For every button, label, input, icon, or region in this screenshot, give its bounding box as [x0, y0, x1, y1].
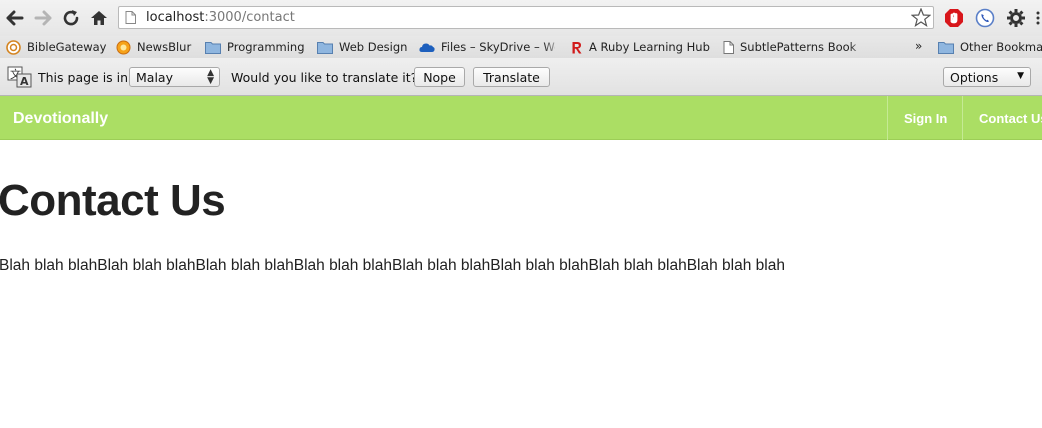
url-text: localhost:3000/contact	[146, 10, 295, 25]
reload-button[interactable]	[60, 7, 82, 29]
translate-question: Would you like to translate it?	[231, 70, 418, 85]
folder-icon	[317, 41, 333, 54]
phone-icon	[975, 8, 995, 28]
options-menu[interactable]: Options ▼	[943, 67, 1031, 87]
nav-sign-in[interactable]: Sign In	[904, 111, 947, 126]
bookmark-newsblur[interactable]: NewsBlur	[116, 38, 191, 56]
home-icon	[91, 11, 107, 25]
adblock-stop-icon	[945, 9, 963, 27]
skydrive-icon	[419, 43, 435, 52]
bookmarks-bar: BibleGateway NewsBlur Programming Web De…	[0, 36, 1042, 58]
bookmark-ruby[interactable]: A Ruby Learning Hub	[571, 38, 710, 56]
translate-infobar: 文 A This page is in Malay ▲ ▼ Would you l…	[0, 58, 1042, 96]
biblegateway-icon	[6, 39, 21, 55]
address-bar[interactable]: localhost:3000/contact	[118, 6, 934, 29]
bookmark-folder-web-design[interactable]: Web Design	[317, 38, 407, 56]
bookmark-folder-other[interactable]: Other Bookmar	[938, 38, 1042, 56]
url-path: :3000/contact	[204, 10, 295, 25]
bookmark-label: SubtlePatterns Bookm	[740, 40, 857, 54]
newsblur-icon	[116, 40, 131, 54]
nav-contact-us[interactable]: Contact Us	[979, 111, 1042, 126]
bookmark-label: NewsBlur	[137, 40, 192, 54]
nope-button[interactable]: Nope	[414, 67, 465, 87]
svg-text:A: A	[20, 75, 29, 88]
select-arrows-icon: ▲ ▼	[207, 68, 214, 86]
settings-button[interactable]	[1006, 8, 1026, 28]
bookmarks-overflow-chevron[interactable]: »	[915, 39, 922, 53]
bookmark-label: Web Design	[339, 40, 408, 54]
menu-overflow[interactable]	[1034, 8, 1042, 28]
nav-divider	[887, 96, 888, 140]
back-arrow-icon	[6, 10, 24, 26]
nav-divider	[962, 96, 963, 140]
language-select[interactable]: Malay ▲ ▼	[129, 67, 220, 87]
bookmark-label: BibleGateway	[27, 40, 107, 54]
url-host: localhost	[146, 10, 205, 25]
bookmark-label: Programming	[227, 40, 305, 54]
forward-arrow-icon	[34, 10, 52, 26]
bookmark-folder-programming[interactable]: Programming	[205, 38, 305, 56]
forward-button[interactable]	[32, 7, 54, 29]
bookmark-label: Other Bookmar	[960, 40, 1042, 54]
bookmark-label: Files – SkyDrive – Wo	[441, 40, 555, 54]
folder-icon	[205, 41, 221, 54]
chevron-down-icon: ▼	[1017, 71, 1024, 81]
home-button[interactable]	[88, 7, 110, 29]
back-button[interactable]	[4, 7, 26, 29]
bookmark-star-icon[interactable]	[911, 8, 931, 27]
page-body-text: Blah blah blahBlah blah blahBlah blah bl…	[0, 257, 785, 274]
page-title: Contact Us	[0, 176, 226, 225]
adblock-extension-button[interactable]	[944, 8, 964, 28]
folder-icon	[938, 41, 954, 54]
bookmark-skydrive[interactable]: Files – SkyDrive – Wo	[419, 38, 555, 56]
wrench-gear-icon	[1007, 9, 1025, 27]
page-icon	[723, 40, 734, 54]
menu-dots-icon	[1036, 11, 1040, 25]
translate-button[interactable]: Translate	[473, 67, 550, 87]
site-navbar: Devotionally Sign In Contact Us	[0, 96, 1042, 140]
bookmark-biblegateway[interactable]: BibleGateway	[6, 38, 106, 56]
ruby-icon	[572, 41, 582, 53]
bookmark-subtlepatterns[interactable]: SubtlePatterns Bookm	[723, 38, 857, 56]
bookmark-label: A Ruby Learning Hub	[589, 40, 710, 54]
phone-extension-button[interactable]	[975, 8, 995, 28]
translate-prefix: This page is in	[38, 70, 129, 85]
browser-toolbar: localhost:3000/contact	[0, 0, 1042, 36]
options-label: Options	[950, 70, 999, 85]
brand-logo-text[interactable]: Devotionally	[13, 110, 108, 128]
reload-icon	[63, 10, 79, 26]
language-value: Malay	[136, 70, 173, 85]
page-icon	[125, 11, 136, 24]
translate-icon: 文 A	[7, 66, 32, 88]
